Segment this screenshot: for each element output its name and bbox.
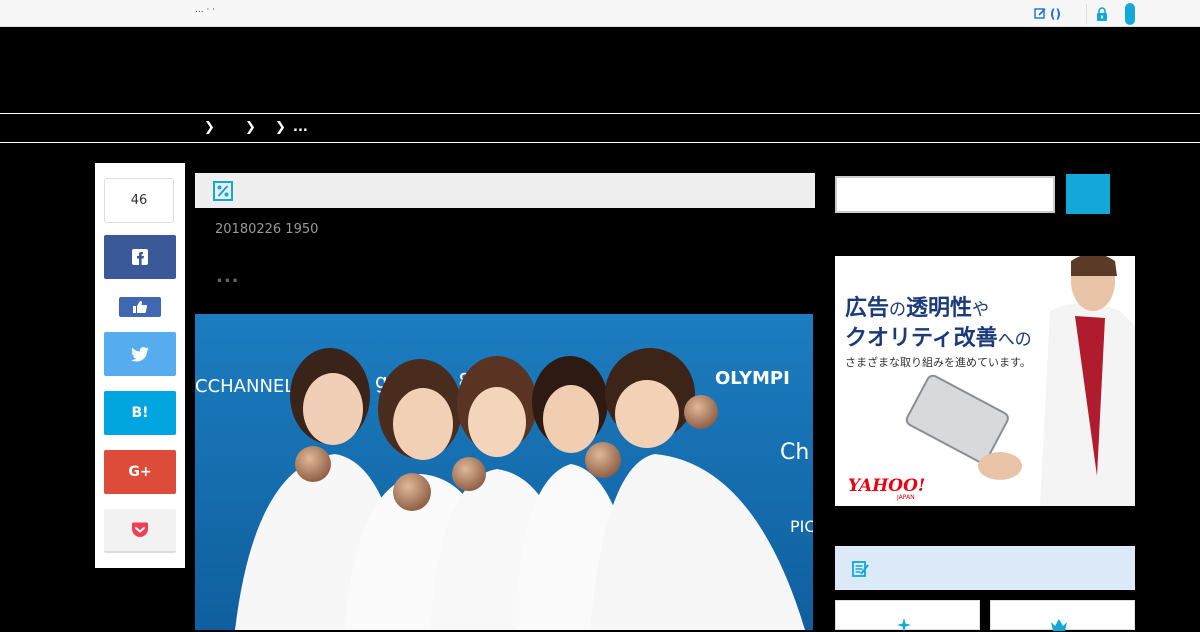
search-input[interactable] <box>835 176 1055 213</box>
facebook-icon <box>132 249 148 265</box>
ad-headline-1: 広告の透明性や <box>845 296 990 321</box>
percent-icon <box>213 181 233 201</box>
backdrop-text-ch: Ch <box>780 440 809 465</box>
sidebar-section-header <box>835 546 1135 590</box>
pocket-icon <box>132 522 148 537</box>
breadcrumb-chevron-icon: ❯ <box>204 120 215 135</box>
yahoo-logo-sub: JAPAN <box>897 494 915 501</box>
edit-link[interactable]: () <box>1034 6 1061 21</box>
lock-icon[interactable] <box>1095 7 1109 21</box>
hatena-share-button[interactable]: B! <box>104 391 176 435</box>
search-button[interactable] <box>1066 174 1110 214</box>
topbar-divider <box>1086 4 1087 24</box>
menu-toggle-button[interactable] <box>1125 3 1135 25</box>
google-plus-share-button[interactable]: G+ <box>104 450 176 494</box>
edit-label: () <box>1050 6 1061 21</box>
thumbs-up-icon <box>133 301 147 313</box>
breadcrumb-current[interactable]: ... <box>293 120 308 135</box>
twitter-share-button[interactable] <box>104 332 176 376</box>
yahoo-logo: YAHOO! <box>848 476 926 496</box>
breadcrumb-divider <box>0 142 1200 143</box>
share-panel: 46 B! G+ <box>95 163 185 568</box>
site-tagline: ... · · <box>195 5 216 15</box>
facebook-share-button[interactable] <box>104 235 176 279</box>
twitter-icon <box>131 346 149 362</box>
ad-banner[interactable]: 広告の透明性や クオリティ改善への さまざまな取り組みを進めています。 YAHO… <box>835 256 1135 506</box>
top-bar: ... · · () <box>0 0 1200 27</box>
crown-icon <box>1051 619 1067 631</box>
edit-icon <box>1034 8 1046 19</box>
medalists-photo-graphic: CCHANNEL gChang 8 OLYMPI Ch PIC <box>195 314 813 630</box>
pocket-share-button[interactable] <box>104 509 176 553</box>
article-photo: CCHANNEL gChang 8 OLYMPI Ch PIC <box>195 314 813 630</box>
breadcrumb-chevron-icon: ❯ <box>275 120 286 135</box>
tab-ranking[interactable] <box>990 600 1135 631</box>
share-count: 46 <box>104 178 174 223</box>
breadcrumb-chevron-icon: ❯ <box>245 120 256 135</box>
article-date: 20180226 1950 <box>215 222 319 237</box>
article-title-bar <box>195 173 815 208</box>
ad-subtext: さまざまな取り組みを進めています。 <box>845 356 1031 369</box>
backdrop-text-pic: PIC <box>790 517 813 536</box>
backdrop-text-left: CCHANNEL <box>195 376 294 397</box>
tab-new[interactable] <box>835 600 980 632</box>
article-lead: ... <box>216 266 240 287</box>
ad-headline-2: クオリティ改善への <box>845 326 1032 351</box>
note-icon <box>852 561 869 577</box>
header-divider <box>0 113 1200 114</box>
backdrop-text-right: OLYMPI <box>715 368 790 389</box>
facebook-like-button[interactable] <box>119 297 161 317</box>
